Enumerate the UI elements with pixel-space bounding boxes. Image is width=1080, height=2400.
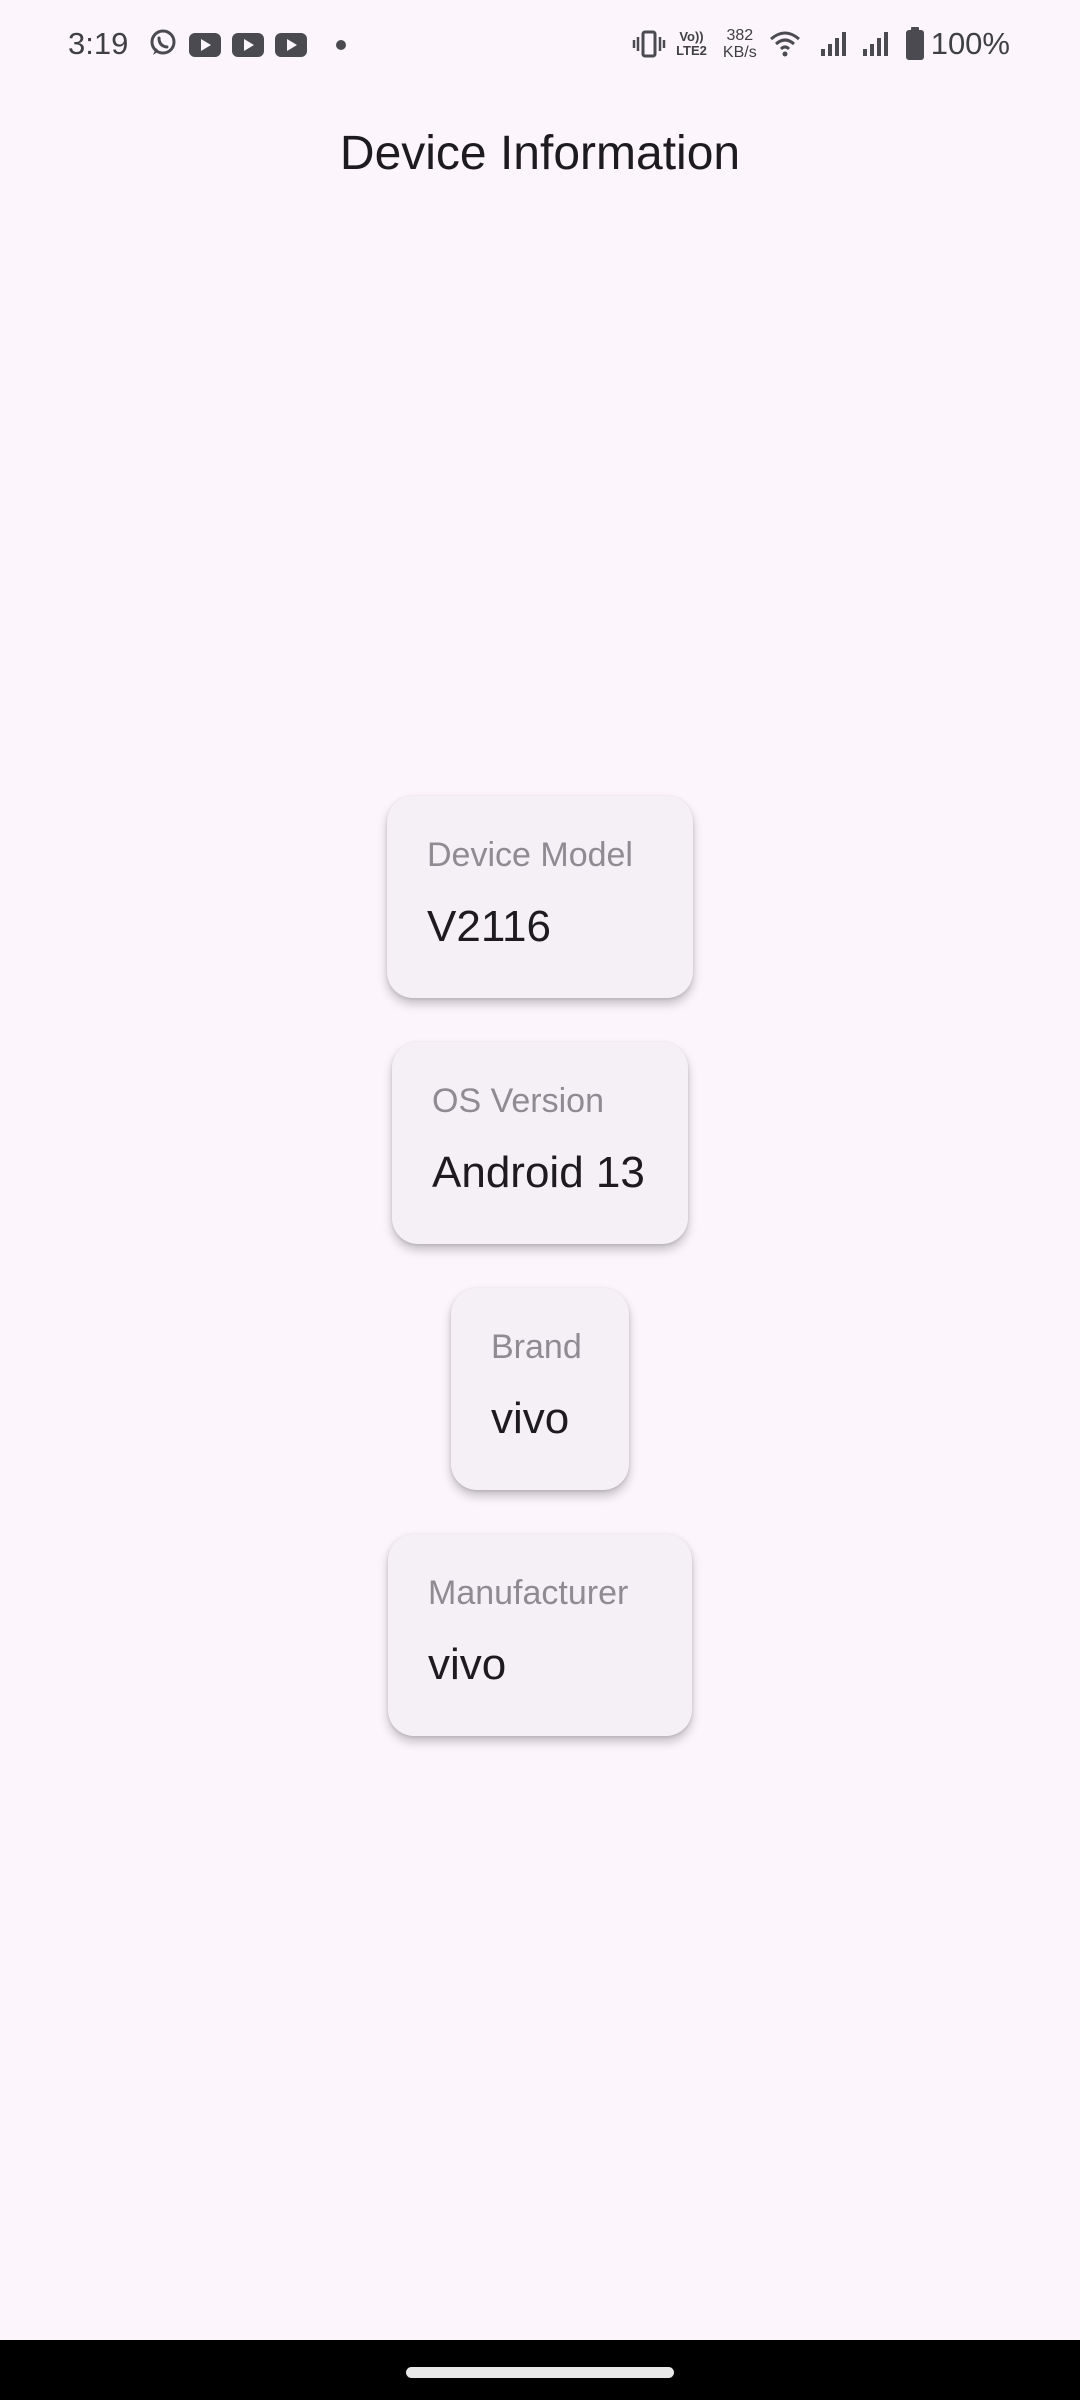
whatsapp-icon <box>148 28 178 63</box>
volte-line2: LTE2 <box>676 43 707 58</box>
network-speed-value: 382 <box>726 27 754 44</box>
status-time: 3:19 <box>68 26 129 61</box>
brand-value: vivo <box>491 1394 570 1443</box>
youtube-icon <box>189 33 221 57</box>
device-info-card-list: Device Model V2116 OS Version Android 13… <box>0 796 1080 1780</box>
youtube-icon <box>232 33 264 57</box>
youtube-icon <box>275 33 307 57</box>
device-model-label: Device Model <box>427 836 633 874</box>
volte-indicator: Vo)) LTE2 <box>676 30 707 58</box>
volte-line1: Vo)) <box>679 29 704 44</box>
battery-percent: 100% <box>930 26 1010 61</box>
device-model-value: V2116 <box>427 902 551 951</box>
os-version-card: OS Version Android 13 <box>392 1042 688 1244</box>
os-version-value: Android 13 <box>432 1148 645 1197</box>
os-version-label: OS Version <box>432 1082 604 1120</box>
home-gesture-handle[interactable] <box>406 2367 674 2378</box>
notification-icons <box>148 28 346 63</box>
system-status-icons: Vo)) LTE2 382 KB/s 100% <box>632 22 1010 66</box>
manufacturer-value: vivo <box>428 1640 507 1689</box>
brand-label: Brand <box>491 1328 582 1366</box>
brand-card: Brand vivo <box>451 1288 629 1490</box>
signal-icon <box>819 29 849 59</box>
status-bar: 3:19 Vo)) LTE2 382 KB/s 100% <box>0 0 1080 92</box>
signal-icon <box>861 29 891 59</box>
more-notifications-dot-icon <box>336 40 346 50</box>
device-model-card: Device Model V2116 <box>387 796 693 998</box>
manufacturer-label: Manufacturer <box>428 1574 629 1612</box>
page-title: Device Information <box>339 127 741 180</box>
manufacturer-card: Manufacturer vivo <box>388 1534 692 1736</box>
navigation-bar <box>0 2340 1080 2400</box>
vibrate-icon <box>632 29 666 59</box>
wifi-icon <box>769 29 801 59</box>
network-speed-unit: KB/s <box>722 44 757 61</box>
network-speed: 382 KB/s <box>723 27 757 61</box>
battery-icon <box>905 27 925 61</box>
